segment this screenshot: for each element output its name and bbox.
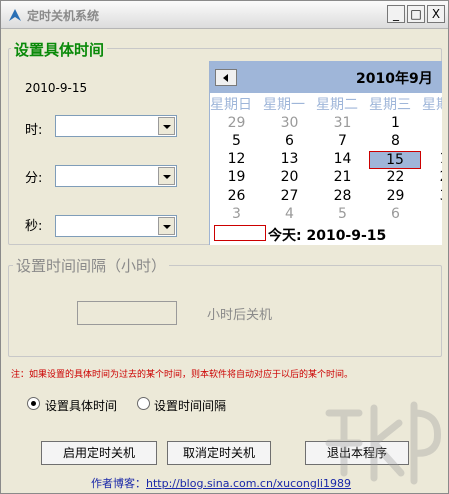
- calendar-day[interactable]: 20: [263, 169, 316, 185]
- calendar-day[interactable]: 7: [316, 133, 369, 149]
- calendar-weekday-label: 星期二: [316, 97, 358, 113]
- interval-legend: 设置时间间隔（小时）: [13, 255, 170, 276]
- previous-month-button[interactable]: [215, 69, 237, 86]
- calendar-day[interactable]: 14: [316, 151, 369, 167]
- author-blog-link[interactable]: 作者博客：http://blog.sina.com.cn/xucongli198…: [91, 475, 351, 491]
- calendar-day[interactable]: 21: [316, 169, 369, 185]
- minimize-button[interactable]: _: [387, 5, 405, 23]
- calendar-weekday-label: 星期三: [369, 97, 411, 113]
- calendar-day[interactable]: 3: [210, 206, 263, 222]
- window-title: 定时关机系统: [27, 9, 100, 23]
- calendar-weekday-label: 星期一: [263, 97, 305, 113]
- month-calendar[interactable]: 2010年9月 星期日星期一星期二星期三星期四 2930311256789121…: [209, 61, 442, 245]
- calendar-day[interactable]: 26: [210, 188, 263, 204]
- mode-specific-time-label[interactable]: 设置具体时间: [45, 397, 117, 414]
- start-shutdown-button[interactable]: 启用定时关机: [41, 441, 157, 465]
- chevron-down-icon[interactable]: [158, 217, 175, 235]
- maximize-button[interactable]: □: [407, 5, 425, 23]
- calendar-month-title[interactable]: 2010年9月: [356, 68, 433, 88]
- calendar-day[interactable]: 12: [210, 151, 263, 167]
- calendar-day[interactable]: 19: [210, 169, 263, 185]
- interval-hours-input[interactable]: [77, 301, 177, 325]
- hour-select[interactable]: [55, 115, 177, 137]
- calendar-day[interactable]: 9: [422, 133, 442, 149]
- author-blog-prefix: 作者博客：: [91, 477, 146, 490]
- calendar-weekday-row: 星期日星期一星期二星期三星期四: [210, 94, 442, 113]
- minute-select[interactable]: [55, 165, 177, 187]
- calendar-day[interactable]: 7: [422, 206, 442, 222]
- watermark-logo: [325, 401, 442, 485]
- specific-time-legend: 设置具体时间: [11, 39, 108, 60]
- calendar-day[interactable]: 1: [369, 115, 422, 131]
- mode-interval-radio[interactable]: [137, 397, 150, 410]
- calendar-day[interactable]: 28: [316, 188, 369, 204]
- calendar-weekday-label: 星期日: [210, 97, 252, 113]
- calendar-day[interactable]: 31: [316, 115, 369, 131]
- chevron-down-icon[interactable]: [158, 167, 175, 185]
- calendar-day[interactable]: 29: [369, 188, 422, 204]
- calendar-day[interactable]: 4: [263, 206, 316, 222]
- app-icon: [9, 9, 21, 21]
- today-link[interactable]: 今天: 2010-9-15: [268, 225, 386, 245]
- calendar-day[interactable]: 29: [210, 115, 263, 131]
- hour-label: 时:: [25, 123, 43, 138]
- mode-specific-time-radio[interactable]: [27, 397, 40, 410]
- calendar-day[interactable]: 5: [210, 133, 263, 149]
- close-button[interactable]: X: [427, 5, 445, 23]
- calendar-day[interactable]: 5: [316, 206, 369, 222]
- title-bar[interactable]: 定时关机系统 _ □ X: [1, 1, 448, 29]
- mode-interval-label[interactable]: 设置时间间隔: [154, 397, 226, 414]
- calendar-day[interactable]: 6: [369, 206, 422, 222]
- selected-date-label: 2010-9-15: [25, 81, 88, 95]
- calendar-day[interactable]: 2: [422, 115, 442, 131]
- calendar-header: 2010年9月: [210, 61, 442, 93]
- calendar-day[interactable]: 6: [263, 133, 316, 149]
- chevron-down-icon[interactable]: [158, 117, 175, 135]
- cancel-shutdown-button[interactable]: 取消定时关机: [167, 441, 271, 465]
- app-window: 定时关机系统 _ □ X 设置具体时间 2010-9-15 时: 分: 秒: 2…: [0, 0, 449, 494]
- second-label: 秒:: [25, 219, 43, 234]
- calendar-day[interactable]: 27: [263, 188, 316, 204]
- calendar-day-selected[interactable]: 15: [369, 151, 421, 169]
- warning-note: 注：如果设置的具体时间为过去的某个时间，则本软件将自动对应于以后的某个时间。: [11, 370, 354, 380]
- today-marker: [214, 225, 266, 241]
- minute-label: 分:: [25, 171, 43, 186]
- second-select[interactable]: [55, 215, 177, 237]
- calendar-weekday-label: 星期四: [422, 97, 442, 113]
- calendar-day[interactable]: 30: [263, 115, 316, 131]
- interval-suffix-label: 小时后关机: [207, 308, 273, 323]
- calendar-day[interactable]: 22: [369, 169, 422, 185]
- calendar-day[interactable]: 23: [422, 169, 442, 185]
- calendar-day[interactable]: 13: [263, 151, 316, 167]
- calendar-day[interactable]: 16: [422, 151, 442, 167]
- calendar-day[interactable]: 30: [422, 188, 442, 204]
- calendar-day[interactable]: 8: [369, 133, 422, 149]
